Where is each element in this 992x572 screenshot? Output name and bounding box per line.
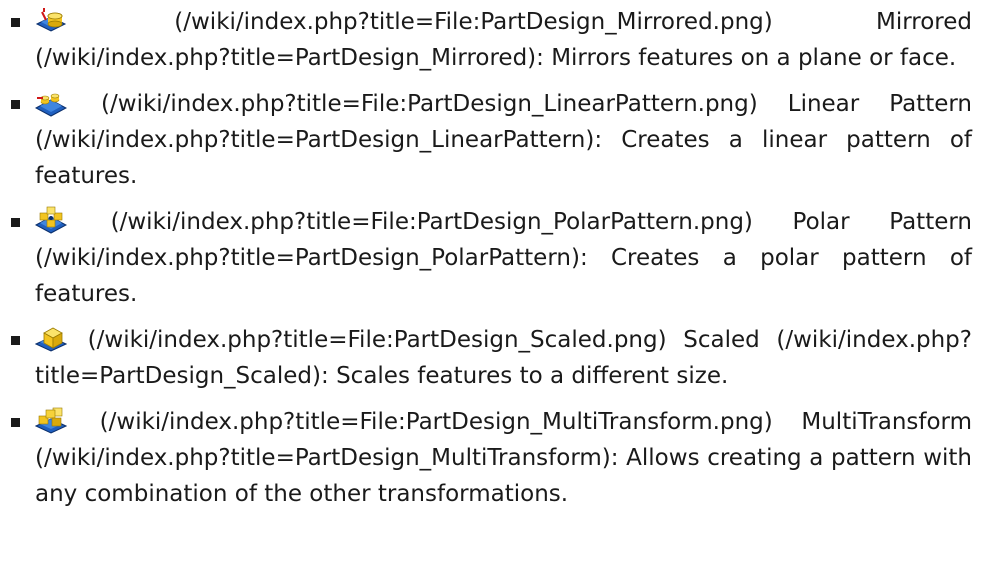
bullet — [11, 218, 20, 227]
tool-name[interactable]: MultiTransform — [801, 409, 972, 435]
bullet — [11, 100, 20, 109]
page-link[interactable]: (/wiki/index.php?title=PartDesign_MultiT… — [35, 445, 611, 471]
tool-description: : Mirrors features on a plane or face. — [536, 45, 957, 71]
list-item-polar-pattern: (/wiki/index.php?title=File:PartDesign_P… — [0, 204, 972, 312]
list-item-linear-pattern: (/wiki/index.php?title=File:PartDesign_L… — [0, 86, 972, 194]
image-link[interactable]: (/wiki/index.php?title=File:PartDesign_M… — [100, 409, 773, 435]
tool-description: : Scales features to a different size. — [321, 363, 729, 389]
list-item-mirrored: (/wiki/index.php?title=File:PartDesign_M… — [0, 4, 972, 76]
bullet — [11, 418, 20, 427]
scaled-icon[interactable] — [35, 322, 67, 354]
page-link[interactable]: (/wiki/index.php?title=PartDesign_Linear… — [35, 127, 594, 153]
tool-name[interactable]: Mirrored — [876, 9, 972, 35]
mirrored-icon[interactable] — [35, 4, 67, 36]
transformation-tools-list: (/wiki/index.php?title=File:PartDesign_M… — [0, 4, 972, 512]
page-link[interactable]: (/wiki/index.php?title=PartDesign_Mirror… — [35, 45, 536, 71]
image-link[interactable]: (/wiki/index.php?title=File:PartDesign_S… — [88, 327, 667, 353]
tool-name[interactable]: Polar Pattern — [793, 209, 972, 235]
list-item-multitransform: (/wiki/index.php?title=File:PartDesign_M… — [0, 404, 972, 512]
image-link[interactable]: (/wiki/index.php?title=File:PartDesign_L… — [101, 91, 758, 117]
tool-name[interactable]: Linear Pattern — [788, 91, 972, 117]
multitransform-icon[interactable] — [35, 404, 67, 436]
linear-pattern-icon[interactable] — [35, 86, 67, 118]
tool-name[interactable]: Scaled — [683, 327, 759, 353]
list-item-scaled: (/wiki/index.php?title=File:PartDesign_S… — [0, 322, 972, 394]
polar-pattern-icon[interactable] — [35, 204, 67, 236]
bullet — [11, 336, 20, 345]
image-link[interactable]: (/wiki/index.php?title=File:PartDesign_M… — [174, 9, 772, 35]
bullet — [11, 18, 20, 27]
image-link[interactable]: (/wiki/index.php?title=File:PartDesign_P… — [111, 209, 753, 235]
page-link[interactable]: (/wiki/index.php?title=PartDesign_PolarP… — [35, 245, 580, 271]
page: (/wiki/index.php?title=File:PartDesign_M… — [0, 4, 992, 572]
